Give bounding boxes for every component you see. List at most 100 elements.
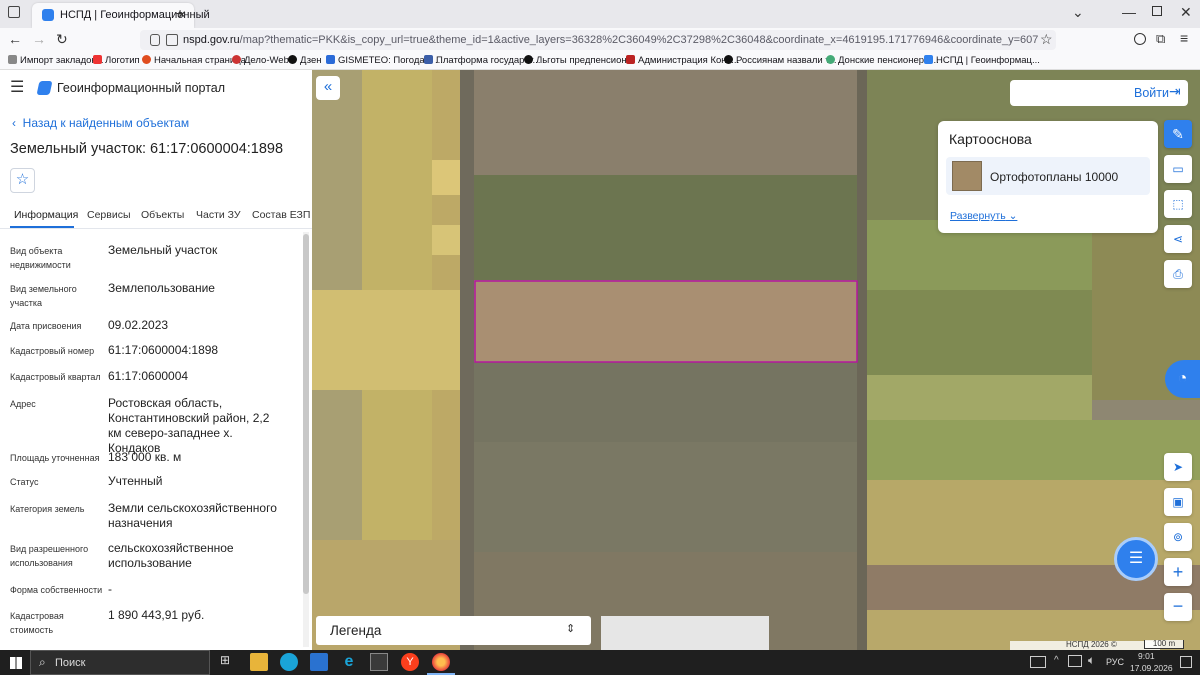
new-tab-icon[interactable]: + — [176, 5, 184, 21]
mail-icon[interactable] — [310, 653, 328, 671]
login-label: Войти — [1134, 86, 1169, 100]
basemap-option[interactable]: Ортофотопланы 10000 — [946, 157, 1150, 195]
ruler-tool-icon[interactable]: ▭ — [1164, 155, 1192, 183]
internet-explorer-icon[interactable]: e — [340, 653, 358, 671]
tab-parts[interactable]: Части ЗУ — [196, 209, 241, 221]
back-icon[interactable]: ← — [8, 31, 22, 47]
minimize-icon[interactable]: — — [1122, 4, 1136, 20]
field-value: сельскохозяйственное использование — [108, 541, 234, 570]
field-value: Учтенный — [108, 474, 163, 488]
field-tile-left-mid — [312, 290, 460, 390]
attribution-text: НСПД 2026 © — [1066, 640, 1117, 649]
share-tool-icon[interactable]: ⋖ — [1164, 225, 1192, 253]
legend-panel[interactable]: Легенда ⇕ — [316, 616, 591, 645]
field-value: - — [108, 582, 112, 596]
bookmark-item[interactable]: Платформа государст... — [424, 55, 540, 66]
print-tool-icon[interactable]: ⎙ — [1164, 260, 1192, 288]
hamburger-menu-icon[interactable]: ☰ — [10, 80, 24, 96]
expand-link[interactable]: Развернуть ⌄ — [950, 210, 1017, 222]
windows-start-icon[interactable] — [10, 657, 22, 669]
tab-information[interactable]: Информация — [14, 209, 78, 221]
account-icon[interactable] — [1134, 33, 1146, 45]
firefox-icon[interactable] — [432, 653, 450, 671]
field-label: Кадастровая стоимость — [10, 611, 64, 635]
field-label: Адрес — [10, 399, 36, 409]
reload-icon[interactable]: ↻ — [56, 31, 68, 48]
field-north — [474, 70, 857, 175]
bookmark-item[interactable]: Льготы предпенсион... — [524, 55, 635, 66]
menu-icon[interactable]: ≡ — [1180, 30, 1188, 46]
dzen-icon — [524, 55, 533, 64]
field-label: Вид земельного участка — [10, 284, 77, 308]
tab-composition[interactable]: Состав ЕЗП — [252, 209, 310, 221]
extensions-icon[interactable]: ⧉ — [1156, 31, 1165, 47]
store-icon[interactable] — [370, 653, 388, 671]
window-close-icon[interactable]: ✕ — [1180, 4, 1192, 21]
field-value: 61:17:0600004:1898 — [108, 343, 219, 357]
portal-title: Геоинформационный портал — [57, 81, 226, 95]
area-select-tool-icon[interactable]: ⬚ — [1164, 190, 1192, 218]
bookmark-item[interactable]: Администрация Конс... — [626, 55, 739, 66]
favorite-star-button[interactable]: ☆ — [10, 168, 35, 193]
location-pin-icon[interactable]: ⊚ — [1164, 523, 1192, 551]
back-to-results-link[interactable]: ‹ Назад к найденным объектам — [12, 116, 189, 130]
tray-chevron-icon[interactable]: ^ — [1054, 655, 1059, 666]
url-text[interactable]: nspd.gov.ru/map?thematic=PKK&is_copy_url… — [183, 34, 1038, 46]
legend-title: Легенда — [330, 623, 382, 638]
tab-objects[interactable]: Объекты — [141, 209, 184, 221]
home-page-icon — [142, 55, 151, 64]
language-indicator[interactable]: РУС — [1106, 657, 1124, 667]
bookmark-item[interactable]: Логотип — [93, 55, 140, 66]
tab-services[interactable]: Сервисы — [87, 209, 131, 221]
tab-list-icon[interactable] — [8, 6, 20, 18]
search-icon: ⌕ — [39, 655, 46, 669]
bookmark-item[interactable]: Начальная страница — [142, 55, 246, 66]
bookmark-item[interactable]: НСПД | Геоинформац... — [924, 55, 1040, 66]
bookmark-item[interactable]: Дело-Web — [232, 55, 289, 66]
field-green — [474, 175, 857, 280]
geolocate-icon[interactable]: ➤ — [1164, 453, 1192, 481]
volume-icon[interactable]: 🔈︎ — [1088, 653, 1095, 668]
chat-assistant-icon[interactable]: ☰ — [1114, 537, 1158, 581]
site-info-icon[interactable] — [150, 34, 160, 46]
zoom-out-button[interactable]: − — [1164, 593, 1192, 621]
task-view-icon[interactable]: ⊞ — [220, 653, 238, 671]
field-value: 09.02.2023 — [108, 318, 169, 332]
restore-icon[interactable] — [1152, 6, 1162, 16]
road-strip-right — [857, 70, 867, 650]
forward-icon[interactable]: → — [32, 31, 46, 47]
permissions-icon[interactable] — [166, 34, 178, 46]
keyboard-icon[interactable] — [1030, 656, 1046, 668]
edge-icon[interactable] — [280, 653, 298, 671]
tabs-dropdown-icon[interactable]: ⌄ — [1072, 4, 1084, 21]
minimap-icon[interactable]: ▣ — [1164, 488, 1192, 516]
panel-scrollbar-thumb[interactable] — [303, 234, 309, 594]
bookmark-item[interactable]: Дзен — [288, 55, 322, 66]
network-icon[interactable] — [1068, 655, 1082, 667]
bookmark-item[interactable]: Донские пенсионеры... — [826, 55, 939, 66]
field-south-1 — [474, 362, 857, 442]
notifications-icon[interactable] — [1180, 656, 1192, 668]
yandex-browser-icon[interactable]: Y — [401, 653, 419, 671]
selected-parcel-outline[interactable] — [474, 280, 858, 363]
bookmark-item[interactable]: Россиянам назвали т... — [724, 55, 837, 66]
field-east-mid — [867, 290, 1092, 375]
clock-date[interactable]: 17.09.2026 — [1130, 663, 1173, 673]
bookmark-item[interactable]: Импорт закладок... — [8, 55, 103, 66]
feedback-icon[interactable]: ◔ — [1165, 360, 1200, 398]
field-value: Ростовская область, Константиновский рай… — [108, 396, 270, 455]
field-label: Категория земель — [10, 504, 85, 514]
login-button[interactable]: Войти ⇥ — [1010, 80, 1188, 106]
collapse-panel-button[interactable]: « — [316, 76, 340, 100]
legend-toggle-icon[interactable]: ⇕ — [566, 622, 575, 635]
field-label: Статус — [10, 477, 39, 487]
zoom-in-button[interactable]: + — [1164, 558, 1192, 586]
browser-tab[interactable]: НСПД | Геоинформационный × — [32, 3, 210, 28]
field-label: Дата присвоения — [10, 321, 82, 331]
layers-tool-icon[interactable]: ✎ — [1164, 120, 1192, 148]
file-explorer-icon[interactable] — [250, 653, 268, 671]
tabs-divider — [0, 228, 312, 229]
taskbar-search-box[interactable]: ⌕ Поиск — [30, 650, 210, 675]
bookmark-star-icon[interactable]: ☆ — [1040, 31, 1053, 48]
clock-time[interactable]: 9:01 — [1138, 651, 1155, 661]
